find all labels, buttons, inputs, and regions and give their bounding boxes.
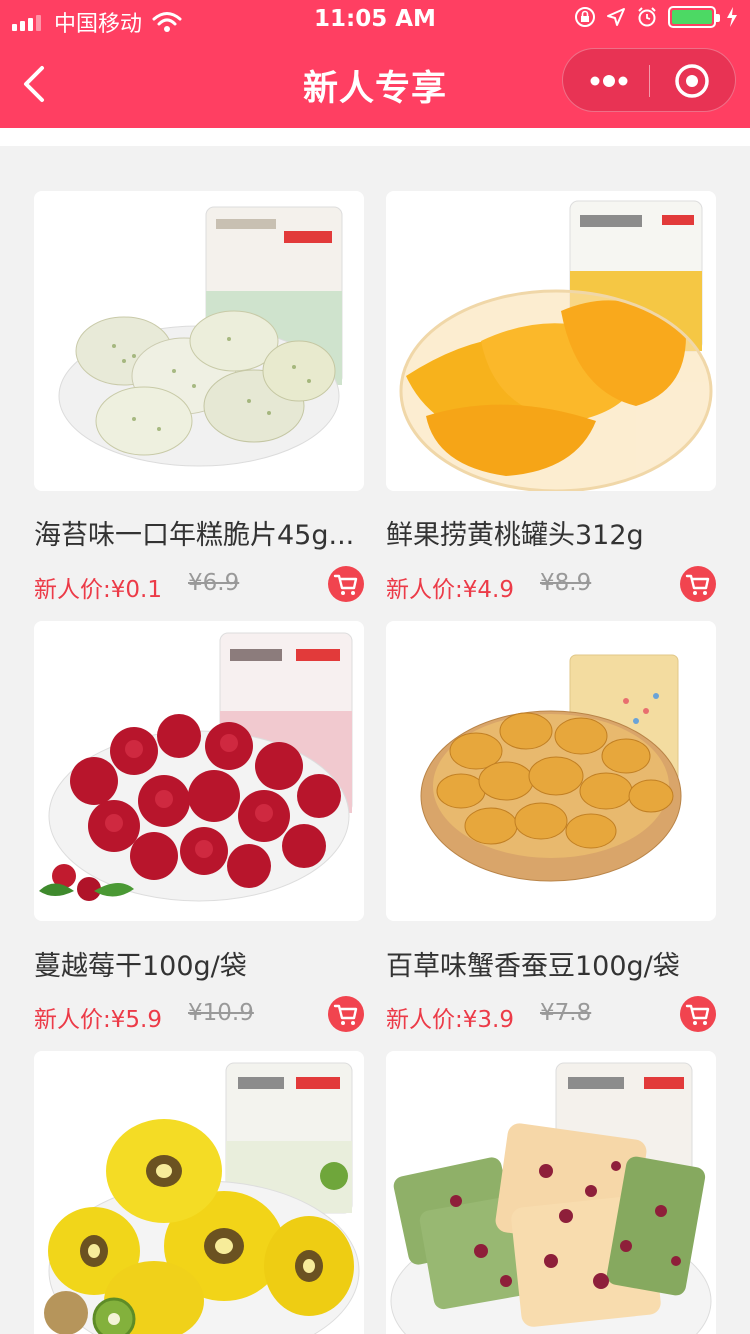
- product-card[interactable]: [34, 1051, 364, 1334]
- product-card[interactable]: [386, 1051, 716, 1334]
- status-bar: 中国移动 11:05 AM: [0, 0, 750, 40]
- price-row: 新人价:¥4.9 ¥8.9: [386, 566, 716, 606]
- product-image-yellow-peach-can: [386, 191, 716, 491]
- header-divider: [0, 128, 750, 146]
- original-price: ¥8.9: [540, 570, 592, 596]
- product-name[interactable]: 蔓越莓干100g/袋: [34, 944, 364, 983]
- nav-bar: 新人专享: [0, 40, 750, 128]
- product-image-crab-flavor-broad-beans: [386, 621, 716, 921]
- product-card[interactable]: [34, 191, 364, 491]
- charging-icon: [727, 7, 737, 27]
- location-icon: [607, 8, 625, 26]
- original-price: ¥7.8: [540, 1000, 592, 1026]
- original-price: ¥6.9: [188, 570, 240, 596]
- product-image-seaweed-rice-crisps: [34, 191, 364, 491]
- alarm-icon: [638, 7, 656, 27]
- price-row: 新人价:¥5.9 ¥10.9: [34, 996, 364, 1036]
- close-miniprogram-button[interactable]: [672, 61, 712, 101]
- product-image-dried-kiwi: [34, 1051, 364, 1334]
- add-to-cart-button[interactable]: [328, 996, 364, 1032]
- more-options-button[interactable]: [583, 65, 635, 97]
- add-to-cart-button[interactable]: [680, 996, 716, 1032]
- product-image-dried-cranberries: [34, 621, 364, 921]
- status-right: [564, 6, 738, 28]
- original-price: ¥10.9: [188, 1000, 254, 1026]
- new-user-price: 新人价:¥5.9: [34, 1007, 162, 1033]
- battery-icon: [668, 6, 720, 28]
- capsule-divider: [649, 65, 650, 97]
- product-name[interactable]: 鲜果捞黄桃罐头312g: [386, 513, 716, 552]
- battery-fill: [672, 10, 712, 24]
- mini-program-capsule: [562, 48, 736, 112]
- new-user-price: 新人价:¥4.9: [386, 577, 514, 603]
- new-user-price: 新人价:¥0.1: [34, 577, 162, 603]
- product-card[interactable]: [34, 621, 364, 921]
- price-row: 新人价:¥3.9 ¥7.8: [386, 996, 716, 1036]
- product-name[interactable]: 百草味蟹香蚕豆100g/袋: [386, 944, 716, 983]
- product-image-cranberry-cookies: [386, 1051, 716, 1334]
- rotation-lock-icon: [575, 7, 595, 27]
- price-row: 新人价:¥0.1 ¥6.9: [34, 566, 364, 606]
- product-card[interactable]: [386, 191, 716, 491]
- add-to-cart-button[interactable]: [680, 566, 716, 602]
- product-name[interactable]: 海苔味一口年糕脆片45g...: [34, 513, 364, 552]
- product-card[interactable]: [386, 621, 716, 921]
- add-to-cart-button[interactable]: [328, 566, 364, 602]
- new-user-price: 新人价:¥3.9: [386, 1007, 514, 1033]
